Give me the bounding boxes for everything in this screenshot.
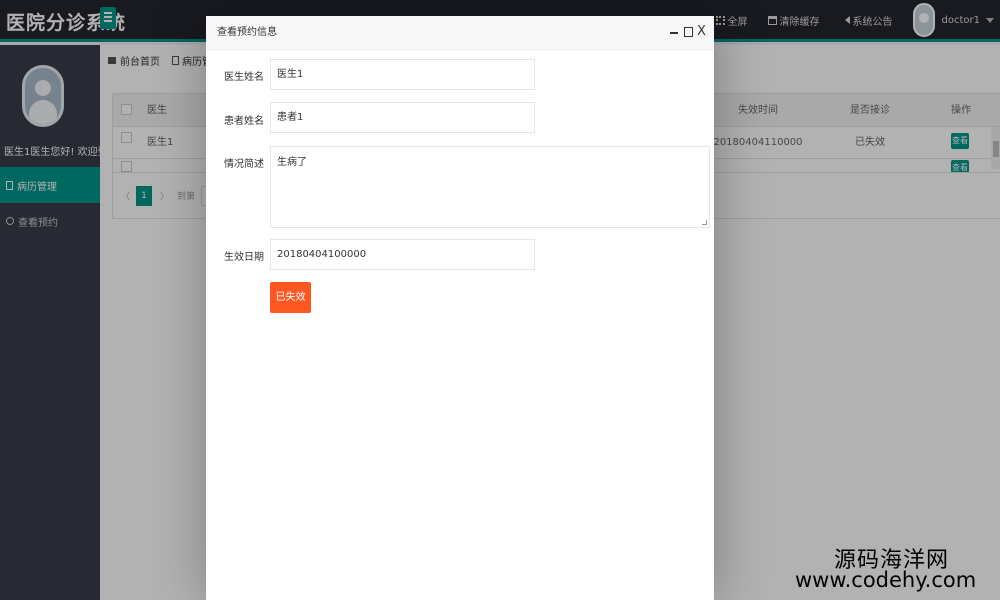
doctor-label: 医生姓名	[224, 72, 264, 83]
appointment-dialog: 查看预约信息 X 医生姓名 医生1 患者姓名 患者1 情况简述 生病了 生效日期…	[206, 16, 714, 600]
date-field[interactable]: 20180404100000	[270, 239, 535, 270]
description-label: 情况简述	[224, 159, 264, 170]
maximize-icon[interactable]	[684, 27, 693, 37]
dialog-title: 查看预约信息	[217, 27, 277, 38]
patient-field[interactable]: 患者1	[270, 102, 535, 133]
patient-label: 患者姓名	[224, 116, 264, 127]
watermark-url: www.codehy.com	[795, 568, 977, 592]
dialog-header: 查看预约信息 X	[206, 16, 714, 50]
close-icon[interactable]: X	[697, 24, 706, 40]
date-label: 生效日期	[224, 252, 264, 263]
status-button[interactable]: 已失效	[270, 282, 311, 313]
doctor-field[interactable]: 医生1	[270, 59, 535, 90]
minimize-icon[interactable]	[670, 32, 678, 34]
resize-handle[interactable]	[702, 220, 707, 225]
description-textarea[interactable]: 生病了	[270, 146, 710, 228]
